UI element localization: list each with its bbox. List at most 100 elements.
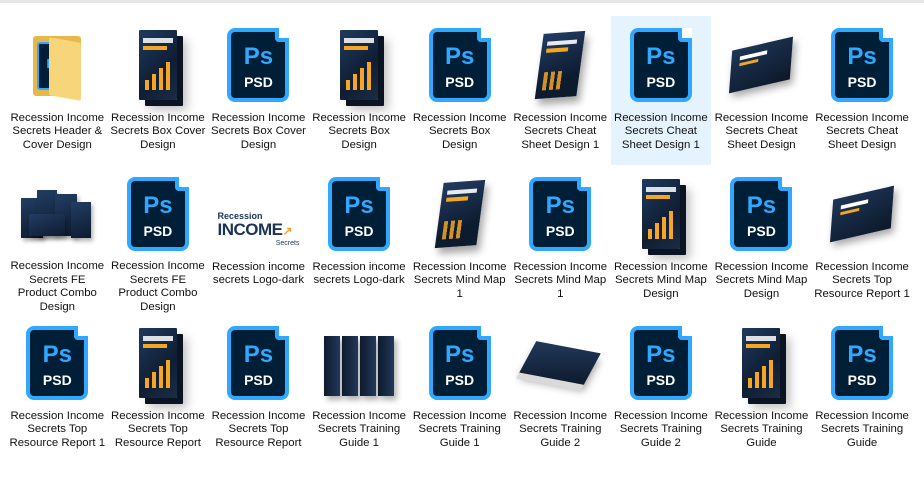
psd-icon-ps-text: Ps xyxy=(847,43,877,70)
file-name: Recession Income Secrets Training Guide … xyxy=(412,410,507,449)
file-item[interactable]: Recession Income Secrets Box Design xyxy=(309,16,410,165)
combo-thumbnail xyxy=(16,169,98,258)
file-name: Recession Income Secrets Training Guide xyxy=(815,410,909,449)
file-name: Recession Income Secrets Cheat Sheet Des… xyxy=(714,112,809,151)
file-name: Recession Income Secrets Mind Map 1 xyxy=(513,261,608,300)
box-mockup xyxy=(340,30,379,100)
file-item[interactable]: Ps PSD Recession Income Secrets Cheat Shee… xyxy=(610,16,712,165)
slab-thumbnail xyxy=(519,318,602,408)
file-item[interactable]: Recession Income Secrets Cheat Sheet Des… xyxy=(711,16,812,165)
psd-icon-ps-text: Ps xyxy=(444,43,475,70)
file-item[interactable]: Recession Income Secrets Cheat Sheet Des… xyxy=(510,16,611,165)
file-name: Recession Income Secrets Top Resource Re… xyxy=(814,261,910,300)
psd-icon-body: Ps PSD xyxy=(328,177,391,251)
psd-icon-ext-text: PSD xyxy=(244,372,273,388)
file-name: Recession Income Secrets Box Cover Desig… xyxy=(110,112,206,151)
logo-arrow-icon: ↗ xyxy=(282,223,293,238)
file-name: Recession Income Secrets Training Guide … xyxy=(614,410,708,449)
report-mockup xyxy=(729,36,794,94)
psd-icon-body: Ps PSD xyxy=(227,28,290,102)
box-mockup xyxy=(138,328,177,398)
file-name: Recession Income Secrets Mind Map Design xyxy=(714,261,809,300)
psd-icon-ps-text: Ps xyxy=(344,192,374,219)
file-item[interactable]: Recession Income Secrets Training Guide … xyxy=(309,314,410,464)
psd-icon-ext-text: PSD xyxy=(445,372,475,388)
window-top-border xyxy=(0,0,924,3)
box-mockup xyxy=(641,179,680,249)
file-item[interactable]: Ps PSD Recession Income Secrets Top Resour… xyxy=(7,314,108,464)
folder-body: Ps xyxy=(29,32,85,101)
file-item[interactable]: Recession Income Secrets Top Resource Re… xyxy=(108,314,209,464)
psd-icon-ext-text: PSD xyxy=(646,372,676,388)
file-item[interactable]: Ps PSD Recession Income Secrets Training G… xyxy=(611,314,712,464)
psd-file-icon: Ps PSD xyxy=(720,169,802,259)
file-item[interactable]: Ps PSD Recession Income Secrets Training G… xyxy=(409,314,510,464)
file-name: Recession income secrets Logo-dark xyxy=(312,261,406,287)
file-grid: Ps Recession Income Secrets Header & Cove… xyxy=(7,16,912,464)
file-item[interactable]: Recession INCOME↗ Secrets Recession income … xyxy=(208,165,309,314)
psd-file-icon: Ps PSD xyxy=(217,318,299,408)
file-item[interactable]: Ps PSD Recession income secrets Logo-dark xyxy=(309,165,410,314)
file-item[interactable]: Ps PSD Recession Income Secrets Cheat Shee… xyxy=(812,16,913,165)
psd-icon-ps-text: Ps xyxy=(243,341,274,368)
psd-icon-ps-text: Ps xyxy=(545,192,575,219)
psd-icon-ps-text: Ps xyxy=(243,43,274,70)
file-item[interactable]: Recession Income Secrets Box Cover Desig… xyxy=(108,16,209,165)
file-item[interactable]: Recession Income Secrets Training Guide xyxy=(711,314,812,464)
file-name: Recession Income Secrets Mind Map 1 xyxy=(412,261,507,300)
file-item[interactable]: Ps PSD Recession Income Secrets Training G… xyxy=(812,314,913,464)
file-item[interactable]: Recession Income Secrets FE Product Comb… xyxy=(7,165,108,314)
file-name: Recession Income Secrets Cheat Sheet Des… xyxy=(513,112,608,151)
logo-thumbnail: Recession INCOME↗ Secrets xyxy=(217,169,299,259)
psd-file-icon: Ps PSD xyxy=(217,20,299,110)
psd-icon-ps-text: Ps xyxy=(746,192,777,219)
psd-icon-body: Ps PSD xyxy=(26,326,89,400)
file-item[interactable]: Ps PSD Recession Income Secrets Box Cover … xyxy=(208,16,309,165)
file-name: Recession Income Secrets Cheat Sheet Des… xyxy=(614,112,708,151)
psd-file-icon: Ps PSD xyxy=(821,318,903,408)
file-item[interactable]: Recession Income Secrets Mind Map 1 xyxy=(409,165,510,314)
file-name: Recession Income Secrets Box Design xyxy=(312,112,406,151)
file-name: Recession Income Secrets Mind Map Design xyxy=(614,261,708,300)
book-thumbnail xyxy=(519,20,601,110)
file-item[interactable]: Ps PSD Recession Income Secrets Mind Map 1 xyxy=(510,165,611,314)
file-name: Recession Income Secrets Box Cover Desig… xyxy=(211,112,306,151)
psd-file-icon: Ps PSD xyxy=(419,318,501,408)
logo-image: Recession INCOME↗ Secrets xyxy=(217,211,299,247)
file-item[interactable]: Ps PSD Recession Income Secrets Box Design xyxy=(409,16,510,165)
file-name: Recession Income Secrets Top Resource Re… xyxy=(111,410,205,449)
psd-icon-ext-text: PSD xyxy=(143,222,173,239)
psd-file-icon: Ps PSD xyxy=(620,318,702,408)
psd-icon-ps-text: Ps xyxy=(143,191,173,219)
file-item[interactable]: Recession Income Secrets Training Guide … xyxy=(510,314,611,464)
psd-icon-ext-text: PSD xyxy=(545,223,575,239)
psd-icon-ext-text: PSD xyxy=(747,223,776,239)
file-item[interactable]: Ps PSD Recession Income Secrets FE Product… xyxy=(108,165,209,314)
file-item[interactable]: Recession Income Secrets Top Resource Re… xyxy=(812,165,913,314)
psd-icon-body: Ps PSD xyxy=(831,326,894,400)
file-name: Recession Income Secrets Training Guide … xyxy=(513,410,608,449)
box-mockup xyxy=(138,30,177,100)
psd-icon-ext-text: PSD xyxy=(847,372,877,388)
psd-file-icon: Ps PSD xyxy=(821,20,903,110)
file-item[interactable]: Ps PSD Recession Income Secrets Mind Map D… xyxy=(711,165,812,314)
psd-icon-body: Ps PSD xyxy=(529,177,592,251)
training-guide-mockup xyxy=(324,330,395,396)
file-name: Recession income secrets Logo-dark xyxy=(211,261,306,287)
box-thumbnail xyxy=(117,318,199,408)
psd-icon-body: Ps PSD xyxy=(629,28,692,102)
psd-icon-ext-text: PSD xyxy=(344,223,374,239)
guide-thumbnail xyxy=(318,318,400,408)
psd-icon-body: Ps PSD xyxy=(428,28,491,102)
file-name: Recession Income Secrets Top Resource Re… xyxy=(211,410,306,449)
file-name: Recession Income Secrets FE Product Comb… xyxy=(10,260,105,313)
psd-file-icon: Ps PSD xyxy=(16,318,98,408)
box-thumbnail xyxy=(117,20,199,110)
file-item[interactable]: Ps PSD Recession Income Secrets Top Resour… xyxy=(208,314,309,464)
psd-icon-ps-text: Ps xyxy=(646,341,676,368)
psd-file-icon: Ps PSD xyxy=(419,20,501,110)
logo-line3: Secrets xyxy=(275,239,300,247)
file-item[interactable]: Recession Income Secrets Mind Map Design xyxy=(611,165,712,314)
file-item[interactable]: Ps Recession Income Secrets Header & Cove… xyxy=(7,16,108,165)
report-mockup xyxy=(830,185,895,243)
